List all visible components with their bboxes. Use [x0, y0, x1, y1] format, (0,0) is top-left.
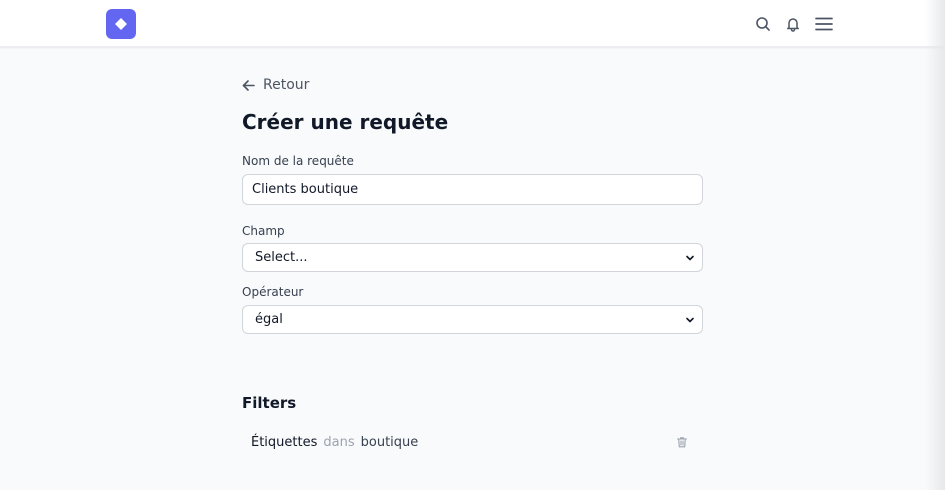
- field-label: Champ: [242, 224, 285, 238]
- logo-icon[interactable]: [106, 9, 136, 39]
- filter-item: Étiquettes dans boutique: [242, 430, 703, 454]
- page-title: Créer une requête: [242, 110, 449, 134]
- field-select-value: Select...: [255, 250, 308, 265]
- filters-title: Filters: [242, 394, 297, 412]
- bell-icon[interactable]: [783, 14, 803, 34]
- filter-operator: dans: [323, 434, 355, 450]
- back-link[interactable]: Retour: [242, 75, 309, 95]
- operator-label: Opérateur: [242, 285, 304, 299]
- trash-icon[interactable]: [675, 435, 689, 449]
- filter-field: Étiquettes: [251, 434, 318, 450]
- menu-icon[interactable]: [812, 14, 836, 34]
- query-name-input[interactable]: [242, 174, 703, 205]
- page-edge-shadow: [925, 0, 945, 490]
- operator-select-value: égal: [255, 312, 283, 327]
- chevron-down-icon: [685, 315, 695, 325]
- top-navigation-bar: [0, 0, 945, 47]
- chevron-down-icon: [685, 253, 695, 263]
- query-name-label: Nom de la requête: [242, 154, 354, 168]
- back-link-label: Retour: [263, 77, 310, 93]
- operator-select[interactable]: égal: [242, 305, 703, 334]
- field-select[interactable]: Select...: [242, 243, 703, 272]
- search-icon[interactable]: [753, 14, 773, 34]
- arrow-left-icon: [242, 79, 255, 92]
- filter-value: boutique: [360, 434, 419, 450]
